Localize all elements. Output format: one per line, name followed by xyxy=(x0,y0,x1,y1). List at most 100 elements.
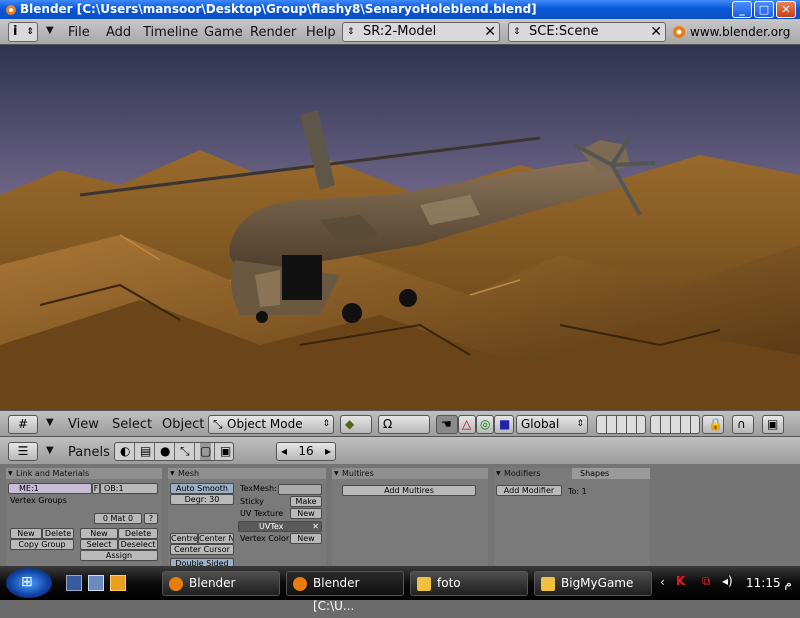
view-type-icon[interactable]: # xyxy=(8,415,38,434)
material-index-field[interactable]: 0 Mat 0 xyxy=(94,513,142,524)
sticky-make-button[interactable]: Make xyxy=(290,496,322,507)
center-cursor-button[interactable]: Center Cursor xyxy=(170,544,234,555)
collapse-arrow-icon[interactable]: ▼ xyxy=(46,445,54,456)
auto-smooth-button[interactable]: Auto Smooth xyxy=(170,483,234,494)
window-title-bar: Blender [C:\Users\mansoor\Desktop\Group\… xyxy=(0,0,800,19)
switch-windows-icon[interactable] xyxy=(88,575,104,591)
orientation-label: Global xyxy=(521,417,560,431)
vertex-color-new-button[interactable]: New xyxy=(290,533,322,544)
lock-layer-button[interactable]: 🔒 xyxy=(702,415,724,434)
folder-icon xyxy=(417,577,431,591)
panel-title[interactable]: Mesh xyxy=(168,468,326,479)
folder-icon xyxy=(541,577,555,591)
shading-icon: ◆ xyxy=(345,417,355,431)
media-player-icon[interactable] xyxy=(110,575,126,591)
collapse-arrow-icon[interactable]: ▼ xyxy=(46,417,54,428)
frame-field[interactable]: ◂ 16 ▸ xyxy=(276,442,336,461)
object-name-field[interactable]: OB:1 xyxy=(100,483,158,494)
start-button[interactable]: ⊞ xyxy=(6,568,52,598)
menu-game[interactable]: Game xyxy=(204,25,243,40)
draw-type-selector[interactable]: ◆ xyxy=(340,415,372,434)
material-new-button[interactable]: New xyxy=(80,528,118,539)
mode-label: Object Mode xyxy=(227,417,303,431)
collapse-arrow-icon[interactable]: ▼ xyxy=(46,25,54,36)
add-multires-button[interactable]: Add Multires xyxy=(342,485,476,496)
delete-screen-icon[interactable]: ✕ xyxy=(484,23,496,41)
taskbar-item-bigmygame[interactable]: BigMyGame xyxy=(534,571,652,596)
copy-group-button[interactable]: Copy Group xyxy=(10,539,74,550)
taskbar-label: Blender xyxy=(189,576,236,590)
rotate-toggle[interactable]: ◎ xyxy=(476,415,494,434)
minimize-button[interactable]: _ xyxy=(732,1,752,18)
menu-select[interactable]: Select xyxy=(112,417,152,432)
material-select-button[interactable]: Select xyxy=(80,539,118,550)
right-arrow-icon: ▸ xyxy=(324,444,331,458)
scene-selector[interactable]: ⇕ SCE:Scene ✕ xyxy=(508,22,666,42)
3d-viewport[interactable] xyxy=(0,45,800,410)
delete-scene-icon[interactable]: ✕ xyxy=(650,23,662,41)
close-button[interactable]: ✕ xyxy=(776,1,796,18)
taskbar-item-blender-2[interactable]: Blender [C:\U... xyxy=(286,571,404,613)
centre-button[interactable]: Centre xyxy=(170,533,198,544)
maximize-button[interactable]: □ xyxy=(754,1,774,18)
menu-help[interactable]: Help xyxy=(306,25,336,40)
panel-title[interactable]: Link and Materials xyxy=(6,468,162,479)
menu-object[interactable]: Object xyxy=(162,417,204,432)
fake-user-button[interactable]: F xyxy=(92,483,100,494)
network-icon[interactable]: ⧉ xyxy=(702,574,711,589)
manipulator-toggle[interactable]: ☚ xyxy=(436,415,458,434)
vgroup-new-button[interactable]: New xyxy=(10,528,42,539)
render-view-button[interactable]: ▣ xyxy=(762,415,784,434)
scale-toggle[interactable]: ■ xyxy=(494,415,514,434)
blender-logo-icon xyxy=(169,577,183,591)
screen-name: SR:2-Model xyxy=(363,24,437,39)
uv-texture-label: UV Texture xyxy=(240,509,284,518)
snap-button[interactable]: ∩ xyxy=(732,415,754,434)
centre-new-button[interactable]: Center Ne xyxy=(198,533,234,544)
window-type-button[interactable]: i ⇕ xyxy=(8,22,38,42)
tray-expand-icon[interactable]: ‹ xyxy=(660,575,665,589)
delete-uv-icon[interactable]: ✕ xyxy=(312,522,319,531)
pivot-selector[interactable]: Ω xyxy=(378,415,430,434)
material-delete-button[interactable]: Delete xyxy=(118,528,158,539)
updown-icon: ⇕ xyxy=(513,27,521,37)
blender-logo-icon xyxy=(673,26,685,38)
uv-new-button[interactable]: New xyxy=(290,508,322,519)
panels-menu[interactable]: Panels xyxy=(68,445,110,460)
screen-selector[interactable]: ⇕ SR:2-Model ✕ xyxy=(342,22,500,42)
menu-view[interactable]: View xyxy=(68,417,99,432)
orientation-selector[interactable]: Global ⇕ xyxy=(516,415,588,434)
lock-icon: 🔒 xyxy=(708,417,723,431)
blender-menu-bar: i ⇕ ▼ File Add Timeline Game Render Help … xyxy=(0,19,800,59)
mode-selector[interactable]: ⤡ Object Mode ⇕ xyxy=(208,415,334,434)
hand-icon: ☚ xyxy=(441,417,452,431)
shapes-tab[interactable]: Shapes xyxy=(572,468,650,479)
taskbar-item-foto[interactable]: foto xyxy=(410,571,528,596)
panel-title[interactable]: Multires xyxy=(332,468,488,479)
uvtex-field[interactable]: UVTex ✕ xyxy=(238,521,322,532)
show-desktop-icon[interactable] xyxy=(66,575,82,591)
vgroup-delete-button[interactable]: Delete xyxy=(42,528,74,539)
blender-org-link[interactable]: www.blender.org 2 xyxy=(672,22,800,59)
material-assign-button[interactable]: Assign xyxy=(80,550,158,561)
clock[interactable]: 11:15 م xyxy=(746,576,792,590)
menu-timeline[interactable]: Timeline xyxy=(143,25,198,40)
menu-file[interactable]: File xyxy=(68,25,90,40)
context-buttons[interactable]: ◐ ▤ ● ⤡ ▢ ▣ xyxy=(114,442,234,461)
buttons-type-icon[interactable]: ☰ xyxy=(8,442,38,461)
layer-buttons-1[interactable] xyxy=(596,415,646,434)
layer-buttons-2[interactable] xyxy=(650,415,700,434)
buttons-panels-area: Link and Materials ME:1 F OB:1 Vertex Gr… xyxy=(0,464,800,569)
menu-add[interactable]: Add xyxy=(106,25,131,40)
antivirus-icon[interactable]: K xyxy=(676,574,685,588)
translate-toggle[interactable]: △ xyxy=(458,415,476,434)
add-modifier-button[interactable]: Add Modifier xyxy=(496,485,562,496)
menu-render[interactable]: Render xyxy=(250,25,296,40)
volume-icon[interactable]: ◂) xyxy=(722,574,733,588)
material-help-button[interactable]: ? xyxy=(144,513,158,524)
degree-field[interactable]: Degr: 30 xyxy=(170,494,234,505)
texmesh-field[interactable] xyxy=(278,484,322,495)
mesh-name-field[interactable]: ME:1 xyxy=(8,483,92,494)
material-deselect-button[interactable]: Deselect xyxy=(118,539,158,550)
taskbar-item-blender-1[interactable]: Blender xyxy=(162,571,280,596)
